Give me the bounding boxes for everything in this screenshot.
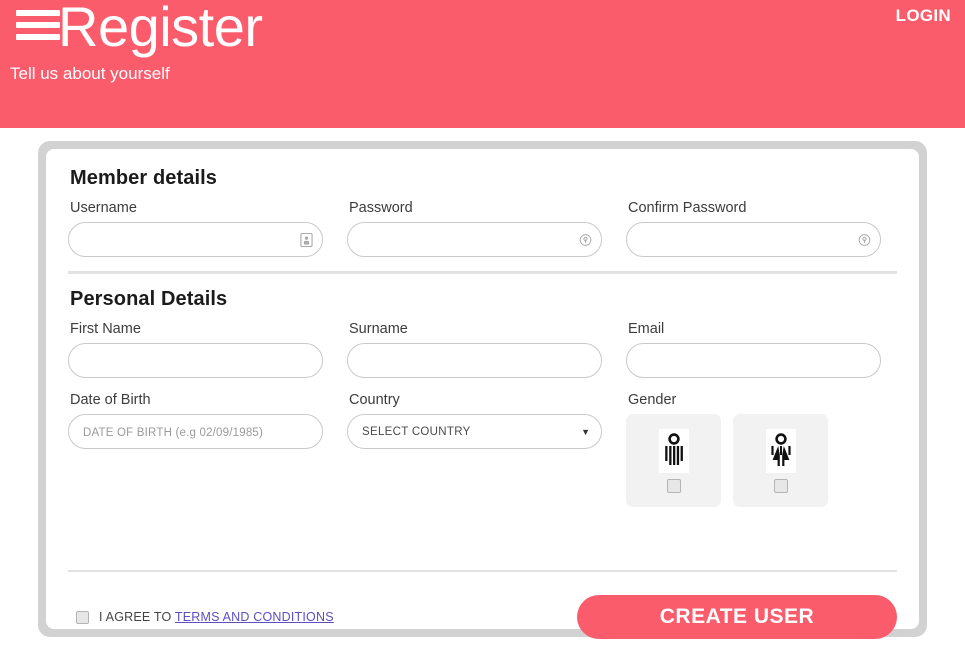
password-label: Password (349, 200, 413, 216)
gender-label: Gender (628, 392, 677, 408)
agree-terms-text: I AGREE TO TERMS AND CONDITIONS (99, 610, 334, 624)
dob-field-group: Date of Birth (68, 392, 323, 507)
personal-details-heading: Personal Details (70, 288, 228, 310)
username-input[interactable] (68, 222, 323, 257)
row-spacer (68, 378, 897, 392)
country-select-wrap: SELECT COUNTRY ▼ (347, 414, 602, 449)
username-input-wrap (68, 222, 323, 257)
terms-agreement: I AGREE TO TERMS AND CONDITIONS (76, 610, 334, 624)
first-name-field-group: First Name (68, 321, 323, 378)
login-link[interactable]: LOGIN (896, 6, 951, 26)
hamburger-bar (16, 22, 60, 28)
form-footer: I AGREE TO TERMS AND CONDITIONS CREATE U… (68, 589, 897, 645)
page-title: Register (58, 0, 263, 58)
registration-form-card: Member details Username Password Confirm… (46, 149, 919, 639)
email-input-wrap (626, 343, 881, 378)
member-details-row: Username Password Confirm Password (68, 200, 897, 257)
password-field-group: Password (347, 200, 602, 257)
terms-and-conditions-link[interactable]: TERMS AND CONDITIONS (175, 610, 334, 624)
member-details-heading: Member details (70, 167, 218, 189)
dob-label: Date of Birth (70, 392, 151, 408)
first-name-input-wrap (68, 343, 323, 378)
male-pictogram-icon (658, 428, 689, 473)
password-input[interactable] (347, 222, 602, 257)
first-name-input[interactable] (68, 343, 323, 378)
surname-input[interactable] (347, 343, 602, 378)
email-field-group: Email (626, 321, 881, 378)
hamburger-bar (16, 34, 60, 40)
page-subtitle: Tell us about yourself (10, 64, 170, 83)
male-checkbox[interactable] (666, 478, 681, 493)
email-label: Email (628, 321, 665, 337)
country-selected-value: SELECT COUNTRY (362, 425, 471, 438)
gender-field-group: Gender (626, 392, 881, 507)
date-of-birth-input[interactable] (68, 414, 323, 449)
female-pictogram-icon (765, 428, 796, 473)
footer-divider (68, 570, 897, 572)
username-label: Username (70, 200, 137, 216)
agree-terms-checkbox[interactable] (76, 610, 89, 624)
female-checkbox[interactable] (773, 478, 788, 493)
country-field-group: Country SELECT COUNTRY ▼ (347, 392, 602, 507)
surname-field-group: Surname (347, 321, 602, 378)
personal-details-row-one: First Name Surname Email (68, 321, 897, 378)
confirm-password-input[interactable] (626, 222, 881, 257)
dob-input-wrap (68, 414, 323, 449)
password-input-wrap (347, 222, 602, 257)
confirm-password-input-wrap (626, 222, 881, 257)
create-user-button[interactable]: CREATE USER (577, 595, 897, 639)
hamburger-menu-icon[interactable] (16, 10, 60, 40)
agree-prefix-text: I AGREE TO (99, 610, 175, 624)
gender-option-male[interactable] (626, 414, 721, 507)
form-frame: Member details Username Password Confirm… (38, 141, 927, 639)
email-input[interactable] (626, 343, 881, 378)
country-label: Country (349, 392, 400, 408)
country-select[interactable]: SELECT COUNTRY (347, 414, 602, 449)
surname-label: Surname (349, 321, 408, 337)
hamburger-bar (16, 10, 60, 16)
surname-input-wrap (347, 343, 602, 378)
gender-option-female[interactable] (733, 414, 828, 507)
confirm-password-label: Confirm Password (628, 200, 747, 216)
gender-options (626, 414, 881, 507)
page-header: Register Tell us about yourself LOGIN (0, 0, 965, 128)
first-name-label: First Name (70, 321, 141, 337)
personal-details-row-two: Date of Birth Country SELECT COUNTRY ▼ G… (68, 392, 897, 507)
username-field-group: Username (68, 200, 323, 257)
confirm-password-field-group: Confirm Password (626, 200, 881, 257)
section-divider (68, 271, 897, 274)
